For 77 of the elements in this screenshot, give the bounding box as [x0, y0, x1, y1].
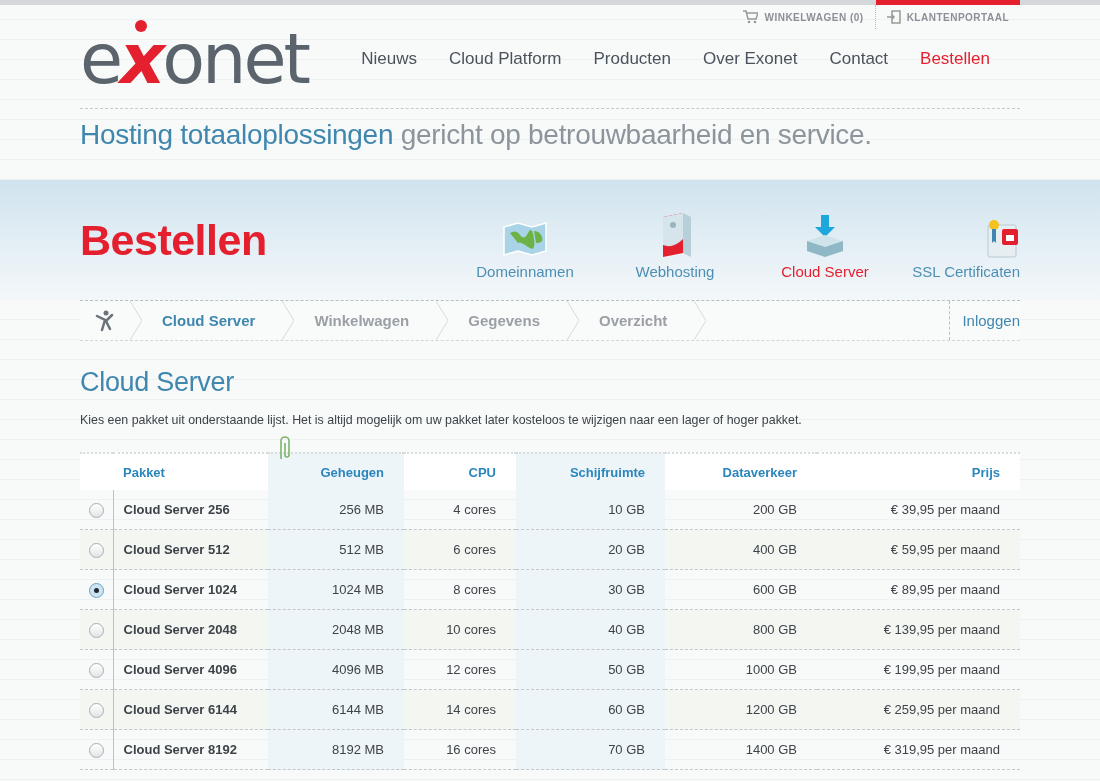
table-cell: 1400 GB: [665, 729, 817, 770]
table-cell: 4096 MB: [268, 649, 404, 690]
table-cell: 6 cores: [404, 529, 516, 570]
table-cell: Cloud Server 2048: [113, 609, 268, 650]
map-icon: [502, 219, 548, 259]
column-header: Schijfruimte: [516, 453, 665, 490]
radio-button[interactable]: [88, 622, 104, 638]
column-header: CPU: [404, 453, 516, 490]
chevron-divider-icon: [282, 301, 295, 340]
radio-button[interactable]: [88, 702, 104, 718]
nav-link[interactable]: Bestellen: [920, 49, 990, 69]
table-cell: 1200 GB: [665, 689, 817, 730]
table-cell: 30 GB: [516, 569, 665, 610]
table-cell: 800 GB: [665, 609, 817, 650]
cart-link[interactable]: WINKELWAGEN (0): [732, 5, 875, 29]
certificate-icon: [984, 217, 1020, 259]
table-cell: 512 MB: [268, 529, 404, 570]
table-cell: 50 GB: [516, 649, 665, 690]
table-cell: Cloud Server 512: [113, 529, 268, 570]
table-cell: 40 GB: [516, 609, 665, 650]
table-cell: 1024 MB: [268, 569, 404, 610]
radio-button[interactable]: [88, 662, 104, 678]
table-cell: 256 MB: [268, 490, 404, 530]
table-cell: € 89,95 per maand: [817, 569, 1020, 610]
page-title: Bestellen: [80, 215, 267, 265]
category-link[interactable]: SSL Certificaten: [900, 180, 1020, 280]
column-header: Prijs: [817, 453, 1020, 490]
category-link[interactable]: Webhosting: [600, 180, 750, 280]
column-header: Pakket: [113, 453, 268, 490]
door-icon: [886, 10, 901, 24]
category-link[interactable]: Domeinnamen: [450, 180, 600, 280]
tagline: Hosting totaaloplossingen gericht op betrouwbaarheid en service.: [80, 119, 873, 151]
chevron-divider-icon: [694, 301, 707, 340]
table-cell: 70 GB: [516, 729, 665, 770]
column-header: Dataverkeer: [665, 453, 817, 490]
chevron-divider-icon: [567, 301, 579, 340]
intro-text: Kies een pakket uit onderstaande lijst. Het is altijd mogelijk om uw pakket later kosteloos te wijzigen naar een lager of hoger pakket.: [80, 412, 803, 428]
section-heading: Cloud Server: [80, 366, 235, 399]
table-cell: € 259,95 per maand: [817, 689, 1020, 730]
table-cell: 400 GB: [665, 529, 817, 570]
chevron-divider-icon: [436, 301, 449, 340]
category-link[interactable]: Cloud Server: [750, 180, 900, 280]
table-cell: € 319,95 per maand: [817, 729, 1020, 770]
step-tab[interactable]: Cloud Server: [142, 301, 283, 340]
table-cell: € 139,95 per maand: [817, 609, 1020, 650]
table-cell: € 59,95 per maand: [817, 529, 1020, 570]
table-cell: 60 GB: [516, 689, 665, 730]
table-cell: 6144 MB: [268, 689, 404, 730]
chevron-divider-icon: [130, 301, 142, 340]
table-cell: € 199,95 per maand: [817, 649, 1020, 690]
table-cell: 200 GB: [665, 490, 817, 530]
table-cell: 600 GB: [665, 569, 817, 610]
table-cell: 20 GB: [516, 529, 665, 570]
step-tab[interactable]: Overzicht: [579, 301, 695, 340]
step-tab[interactable]: Gegevens: [448, 301, 567, 340]
table-cell: 14 cores: [404, 689, 516, 730]
step-tab[interactable]: Winkelwagen: [294, 301, 437, 340]
table-cell: 8192 MB: [268, 729, 404, 770]
nav-link[interactable]: Nieuws: [361, 49, 418, 69]
table-cell: Cloud Server 6144: [113, 689, 268, 730]
nav-link[interactable]: Cloud Platform: [449, 49, 562, 69]
table-cell: € 39,95 per maand: [817, 490, 1020, 530]
login-link[interactable]: Inloggen: [949, 301, 1020, 340]
table-cell: 10 cores: [404, 609, 516, 650]
radio-button[interactable]: [88, 502, 104, 518]
table-cell: 2048 MB: [268, 609, 404, 650]
column-header: Geheugen: [268, 453, 404, 490]
person-logo-icon[interactable]: [95, 309, 115, 332]
radio-button[interactable]: [88, 742, 104, 758]
nav-link[interactable]: Producten: [593, 49, 671, 69]
cart-icon: [743, 10, 759, 24]
nav-link[interactable]: Contact: [829, 49, 889, 69]
table-cell: 1000 GB: [665, 649, 817, 690]
nav-link[interactable]: Over Exonet: [702, 49, 798, 69]
radio-button[interactable]: [88, 542, 104, 558]
radio-button[interactable]: [88, 582, 104, 598]
table-cell: 10 GB: [516, 490, 665, 530]
